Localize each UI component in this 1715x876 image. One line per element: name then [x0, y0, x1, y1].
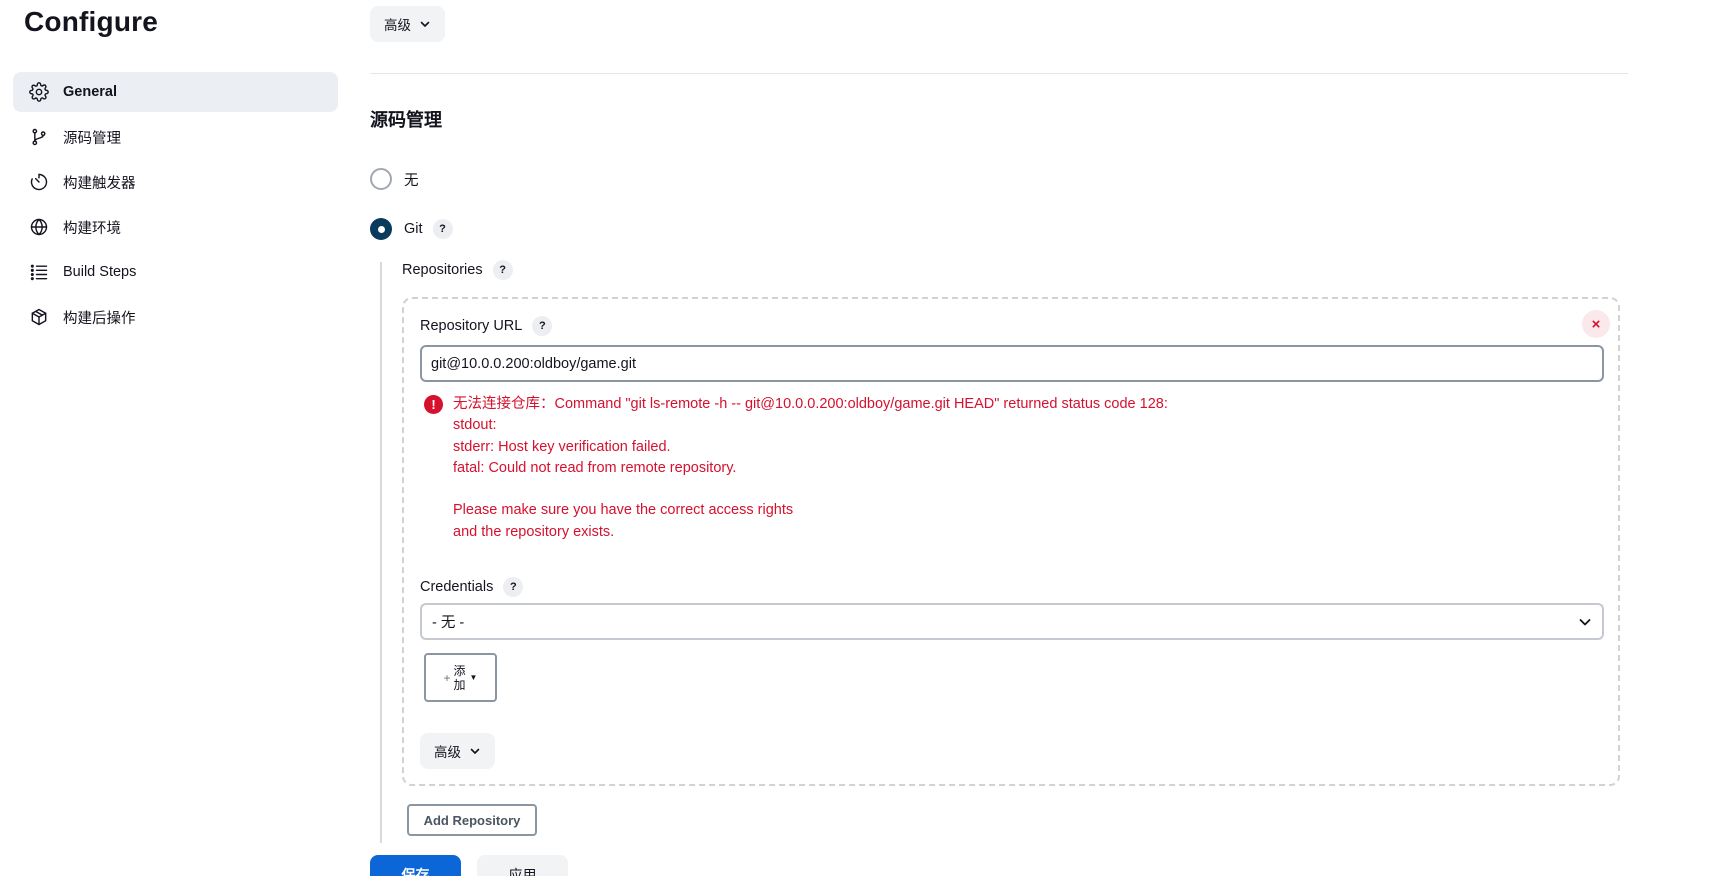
scm-option-none[interactable]: 无 [370, 168, 419, 190]
advanced-label: 高级 [384, 18, 411, 33]
repository-url-label-row: Repository URL ? [420, 316, 553, 336]
help-icon[interactable]: ? [503, 577, 524, 597]
caret-down-icon: ▼ [469, 673, 478, 682]
add-label: 添加 [453, 663, 466, 692]
git-section-bar [380, 262, 382, 843]
repository-url-label: Repository URL [420, 318, 523, 334]
error-line: stderr: Host key verification failed. [453, 438, 671, 455]
add-credentials-button[interactable]: + 添加 ▼ [424, 653, 497, 702]
page-title: Configure [24, 6, 159, 37]
sidebar-item-scm[interactable]: 源码管理 [13, 117, 338, 157]
chevron-down-icon [1579, 618, 1591, 625]
radio-none[interactable] [370, 168, 392, 190]
sidebar-item-build-steps[interactable]: Build Steps [13, 252, 338, 292]
help-icon[interactable]: ? [532, 316, 553, 336]
help-icon[interactable]: ? [492, 260, 513, 280]
repository-url-input[interactable] [420, 345, 1604, 382]
advanced-button-top[interactable]: 高级 [370, 6, 445, 42]
error-line: 无法连接仓库：Command "git ls-remote -h -- git@… [453, 396, 1168, 412]
sidebar-item-label: General [63, 84, 117, 100]
branch-icon [27, 125, 51, 149]
chevron-down-icon [470, 748, 480, 754]
repositories-label-row: Repositories ? [402, 260, 513, 280]
sidebar-item-build-environment[interactable]: 构建环境 [13, 207, 338, 247]
section-title-scm: 源码管理 [370, 110, 442, 130]
list-icon [27, 260, 51, 284]
radio-none-label: 无 [404, 172, 419, 189]
package-icon [27, 305, 51, 329]
error-message: ! 无法连接仓库：Command "git ls-remote -h -- gi… [424, 394, 1168, 543]
error-line: Please make sure you have the correct ac… [453, 502, 794, 519]
error-lines: 无法连接仓库：Command "git ls-remote -h -- git@… [453, 394, 1168, 543]
error-icon: ! [424, 395, 443, 414]
error-line: fatal: Could not read from remote reposi… [453, 459, 737, 476]
sidebar-item-label: Build Steps [63, 264, 137, 280]
sidebar-item-build-triggers[interactable]: 构建触发器 [13, 162, 338, 202]
credentials-label-row: Credentials ? [420, 577, 524, 597]
advanced-button-repository[interactable]: 高级 [420, 733, 495, 769]
add-repository-button[interactable]: Add Repository [407, 804, 537, 836]
radio-git[interactable] [370, 218, 392, 240]
credentials-select[interactable]: - 无 - [420, 603, 1604, 640]
save-button[interactable]: 保存 [370, 855, 461, 876]
sidebar-item-label: 源码管理 [63, 130, 121, 147]
gear-icon [27, 80, 51, 104]
help-icon[interactable]: ? [432, 219, 453, 239]
credentials-label: Credentials [420, 579, 494, 595]
error-line: stdout: [453, 417, 497, 434]
error-line [453, 479, 1168, 500]
radio-git-label: Git [404, 221, 423, 237]
sidebar-item-post-build[interactable]: 构建后操作 [13, 297, 338, 337]
sidebar-item-label: 构建触发器 [63, 175, 136, 192]
error-line: and the repository exists. [453, 523, 615, 540]
timer-icon [27, 170, 51, 194]
sidebar-item-general[interactable]: General [13, 72, 338, 112]
sidebar-nav: General 源码管理 构建触发器 构建环境 Build Steps 构建后操… [13, 72, 338, 342]
section-divider [370, 73, 1628, 74]
advanced-label: 高级 [434, 745, 461, 760]
sidebar-item-label: 构建环境 [63, 220, 121, 237]
sidebar-item-label: 构建后操作 [63, 310, 136, 327]
credentials-selected-value: - 无 - [432, 615, 465, 631]
plus-icon: + [443, 670, 451, 685]
scm-option-git[interactable]: Git ? [370, 218, 453, 240]
chevron-down-icon [420, 21, 430, 27]
globe-icon [27, 215, 51, 239]
remove-repository-button[interactable]: × [1582, 310, 1610, 338]
apply-button[interactable]: 应用 [477, 855, 568, 876]
repositories-label: Repositories [402, 262, 483, 278]
